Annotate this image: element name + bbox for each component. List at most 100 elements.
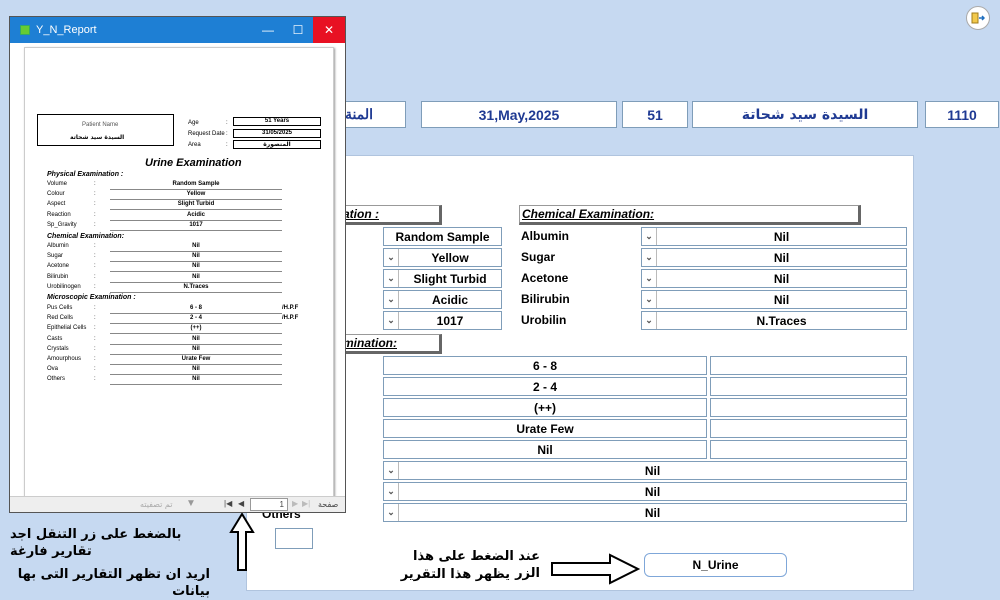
report-row-value: Nil bbox=[192, 345, 200, 352]
chevron-down-icon[interactable]: ⌄ bbox=[642, 228, 657, 245]
amourphous-unit-field[interactable] bbox=[710, 419, 907, 438]
report-row-underline bbox=[110, 313, 282, 314]
chevron-down-icon[interactable]: ⌄ bbox=[384, 504, 399, 521]
casts-field[interactable]: Nil bbox=[383, 440, 707, 459]
header-id-field[interactable]: 1110 bbox=[925, 101, 999, 128]
next-page-icon[interactable]: ▶ bbox=[292, 499, 298, 508]
report-row-underline bbox=[110, 219, 282, 221]
report-row-value: Nil bbox=[192, 243, 200, 249]
report-row-value: Slight Turbid bbox=[177, 201, 215, 208]
age-value: 51 Years bbox=[233, 117, 321, 126]
physical-section-header: ation : bbox=[340, 205, 442, 225]
report-row-label: Acetone bbox=[47, 263, 70, 270]
others-combo[interactable]: ⌄ Nil bbox=[383, 503, 907, 522]
colour-combo[interactable]: ⌄ Yellow bbox=[383, 248, 502, 267]
report-navigation-bar: تم تصفيته ▼ |◀ ◀ 1 ▶ ▶| صفحة bbox=[10, 496, 345, 512]
chevron-down-icon[interactable]: ⌄ bbox=[384, 270, 399, 287]
report-row-underline bbox=[110, 281, 282, 283]
report-row-label: Aspect bbox=[47, 201, 66, 208]
chevron-down-icon[interactable]: ⌄ bbox=[384, 312, 399, 329]
chevron-down-icon[interactable]: ⌄ bbox=[384, 249, 399, 266]
report-row-label: Albumin bbox=[47, 243, 69, 249]
colon: : bbox=[94, 273, 96, 280]
urobilin-label: Urobilin bbox=[521, 313, 567, 327]
chevron-down-icon[interactable]: ⌄ bbox=[642, 312, 657, 329]
report-row-label: Bilirubin bbox=[47, 273, 69, 280]
report-window[interactable]: Y_N_Report — ☐ ✕ Patient Name السيدة سيد… bbox=[9, 16, 346, 513]
ova-combo[interactable]: ⌄ Nil bbox=[383, 482, 907, 501]
chevron-down-icon[interactable]: ⌄ bbox=[642, 249, 657, 266]
header-patient-field[interactable]: السيدة سيد شحاتة bbox=[692, 101, 918, 128]
chevron-down-icon[interactable]: ⌄ bbox=[642, 291, 657, 308]
sp-gravity-combo[interactable]: ⌄ 1017 bbox=[383, 311, 502, 330]
chevron-down-icon[interactable]: ⌄ bbox=[384, 462, 399, 479]
acetone-combo[interactable]: ⌄ Nil bbox=[641, 269, 907, 288]
acetone-label: Acetone bbox=[521, 271, 569, 285]
epithelial-unit-field[interactable] bbox=[710, 398, 907, 417]
urobilin-combo[interactable]: ⌄ N.Traces bbox=[641, 311, 907, 330]
report-row-label: Reaction bbox=[47, 211, 71, 218]
right-arrow-icon bbox=[551, 553, 640, 585]
colon: : bbox=[94, 315, 96, 322]
colon: : bbox=[94, 305, 96, 311]
report-row-label: Urobilinogen bbox=[47, 283, 81, 290]
previous-page-icon[interactable]: ◀ bbox=[238, 499, 244, 508]
chevron-down-icon[interactable]: ⌄ bbox=[384, 483, 399, 500]
header-age-field[interactable]: 51 bbox=[622, 101, 688, 128]
report-titlebar[interactable]: Y_N_Report — ☐ ✕ bbox=[10, 17, 345, 43]
header-date-field[interactable]: 31,May,2025 bbox=[421, 101, 617, 128]
report-row-value: Nil bbox=[192, 366, 200, 373]
albumin-combo[interactable]: ⌄ Nil bbox=[641, 227, 907, 246]
last-page-icon[interactable]: ▶| bbox=[302, 499, 310, 508]
volume-field[interactable]: Random Sample bbox=[383, 227, 502, 246]
bilirubin-label: Bilirubin bbox=[521, 292, 570, 306]
colon: : bbox=[94, 376, 96, 383]
chevron-down-icon[interactable]: ⌄ bbox=[642, 270, 657, 287]
header-partial-field[interactable]: المنة bbox=[340, 101, 406, 128]
report-row-value: Acidic bbox=[186, 211, 205, 218]
red-cells-unit-field[interactable] bbox=[710, 377, 907, 396]
report-row-underline bbox=[110, 333, 282, 335]
request-date-label: Request Date bbox=[188, 131, 225, 137]
report-row-value: 2 - 4 bbox=[189, 315, 202, 322]
report-row-underline bbox=[110, 251, 282, 252]
amourphous-field[interactable]: Urate Few bbox=[383, 419, 707, 438]
casts-unit-field[interactable] bbox=[710, 440, 907, 459]
epithelial-field[interactable]: (++) bbox=[383, 398, 707, 417]
report-row-value: Nil bbox=[192, 376, 200, 383]
others-small-field[interactable] bbox=[275, 528, 313, 549]
n-urine-button[interactable]: N_Urine bbox=[644, 553, 787, 577]
report-row-underline bbox=[110, 353, 282, 355]
albumin-label: Albumin bbox=[521, 229, 569, 243]
minimize-icon[interactable]: — bbox=[253, 17, 283, 43]
chevron-down-icon[interactable]: ⌄ bbox=[384, 291, 399, 308]
aspect-combo[interactable]: ⌄ Slight Turbid bbox=[383, 269, 502, 288]
exit-icon[interactable] bbox=[966, 6, 990, 30]
report-row-label: Casts bbox=[47, 335, 63, 342]
page-number-input[interactable]: 1 bbox=[250, 498, 288, 511]
colon: : bbox=[94, 211, 96, 218]
report-row-underline bbox=[110, 323, 282, 325]
red-cells-field[interactable]: 2 - 4 bbox=[383, 377, 707, 396]
filter-status[interactable]: تم تصفيته bbox=[140, 500, 172, 509]
report-row-underline bbox=[110, 384, 282, 386]
nav-note-line-2: اريد ان تظهر التقارير التى بها بيانات bbox=[17, 567, 210, 599]
reaction-combo[interactable]: ⌄ Acidic bbox=[383, 290, 502, 309]
button-note-line-2: يظهر هذا التقرير bbox=[400, 567, 510, 582]
colon: : bbox=[94, 345, 96, 352]
pus-cells-field[interactable]: 6 - 8 bbox=[383, 356, 707, 375]
report-row-label: Sp_Gravity bbox=[47, 221, 77, 228]
first-page-icon[interactable]: |◀ bbox=[224, 499, 232, 508]
report-row-value: N.Traces bbox=[183, 283, 209, 290]
close-icon[interactable]: ✕ bbox=[313, 17, 345, 43]
maximize-icon[interactable]: ☐ bbox=[283, 17, 313, 43]
filter-icon[interactable]: ▼ bbox=[186, 498, 196, 509]
report-row-value: Random Sample bbox=[172, 181, 220, 187]
colon: : bbox=[94, 366, 96, 373]
colon: : bbox=[94, 201, 96, 208]
report-window-title: Y_N_Report bbox=[36, 24, 97, 36]
pus-cells-unit-field[interactable] bbox=[710, 356, 907, 375]
crystals-combo[interactable]: ⌄ Nil bbox=[383, 461, 907, 480]
bilirubin-combo[interactable]: ⌄ Nil bbox=[641, 290, 907, 309]
sugar-combo[interactable]: ⌄ Nil bbox=[641, 248, 907, 267]
